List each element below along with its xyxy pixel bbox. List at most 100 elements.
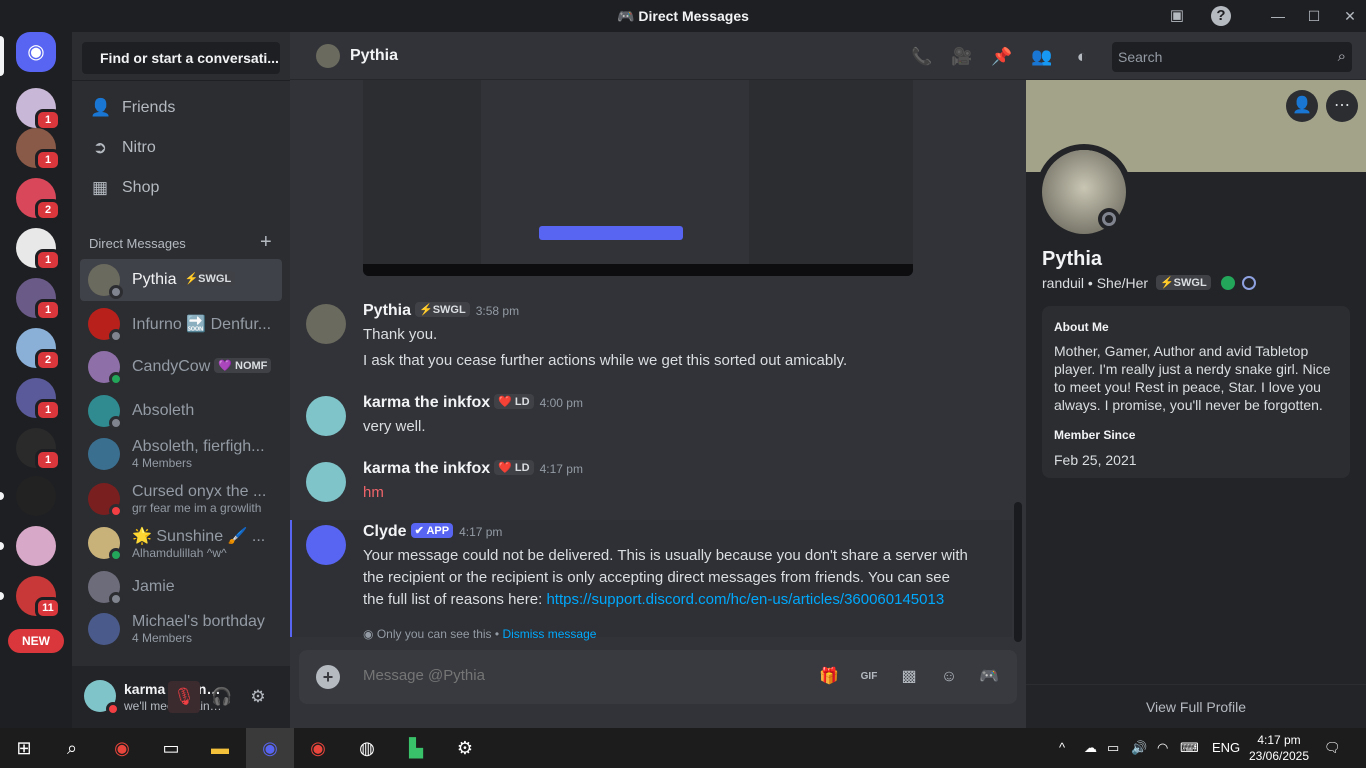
nav-friends[interactable]: 👤 Friends [80, 88, 282, 128]
video-call-icon[interactable]: 🎥 [951, 46, 973, 68]
wifi-icon[interactable]: ◠ [1157, 740, 1168, 756]
emoji-icon[interactable]: ☺ [937, 665, 961, 689]
discord-logo-icon: ◉ [27, 41, 45, 63]
chrome-icon[interactable]: ◉ [304, 734, 332, 762]
battery-icon[interactable]: ▭ [1107, 740, 1119, 756]
avatar[interactable] [306, 396, 346, 436]
close-button[interactable]: ✕ [1335, 5, 1365, 27]
dm-item[interactable]: Absoleth [80, 390, 282, 432]
inbox-icon[interactable]: ▣ [1167, 6, 1187, 26]
help-icon[interactable]: ? [1211, 6, 1231, 26]
guild-tag: ⚡SWGL [180, 271, 236, 286]
language-indicator[interactable]: ENG [1212, 740, 1240, 755]
scrollbar[interactable] [1014, 502, 1022, 642]
activities-icon[interactable]: 🎮 [977, 665, 1001, 689]
mute-mic-icon[interactable]: 🎙 [168, 681, 200, 713]
home-button[interactable]: ◉ [16, 32, 56, 72]
new-unreads-pill[interactable]: NEW [8, 629, 64, 653]
add-friends-to-dm-icon[interactable]: 👥 [1031, 46, 1053, 68]
dm-item[interactable]: Jamie [80, 566, 282, 608]
notification-icon[interactable]: 🗨 [1324, 740, 1341, 756]
avatar[interactable] [306, 462, 346, 502]
user-profile-icon[interactable]: ◐ [1071, 46, 1093, 68]
avatar[interactable] [316, 44, 340, 68]
support-link[interactable]: https://support.discord.com/hc/en-us/art… [546, 591, 944, 608]
dm-name: Cursed onyx the ... [132, 483, 266, 501]
dm-item[interactable]: 🌟 Sunshine 🖌️ ... Alhamdulillah ^w^ [80, 522, 282, 564]
author-name: Clyde [363, 523, 407, 540]
more-options-icon[interactable]: ⋯ [1326, 90, 1358, 122]
unread-badge: 1 [35, 149, 61, 171]
server-icon[interactable] [16, 526, 56, 566]
voice-call-icon[interactable]: 📞 [911, 46, 933, 68]
nav-shop[interactable]: ▦ Shop [80, 168, 282, 208]
avatar[interactable] [306, 525, 346, 565]
headphones-icon[interactable]: 🎧 [206, 681, 238, 713]
windows-taskbar: ⊞ ⌕ ◉ ▭ ▬ ◉ ◉ ◍ ▙ ⚙ ^ ☁ ▭ 🔊 ◠ ⌨ ENG 4:17… [0, 728, 1366, 768]
maximize-button[interactable]: ☐ [1299, 5, 1329, 27]
add-friend-icon[interactable]: 👤 [1286, 90, 1318, 122]
chat-area: Pythia 📞 🎥 📌 👥 ◐ Search ⌕ Pythia ⚡SWGL 3:58… [290, 32, 1366, 728]
guild-tag[interactable]: ⚡SWGL [1155, 275, 1211, 290]
discord-taskbar-icon[interactable]: ◉ [256, 734, 284, 762]
member-since-date: Feb 25, 2021 [1054, 452, 1137, 468]
chevron-up-icon[interactable]: ^ [1059, 740, 1065, 755]
dm-item[interactable]: Cursed onyx the ... grr fear me im a grow… [80, 478, 282, 520]
author-tag: ❤️ LD [494, 394, 534, 409]
image-attachment[interactable] [363, 80, 913, 276]
settings-gear-icon[interactable]: ⚙ [242, 681, 274, 713]
keyboard-icon[interactable]: ⌨ [1180, 740, 1199, 756]
dm-subtext: 4 Members [132, 456, 193, 470]
server-icon[interactable] [16, 476, 56, 516]
find-conversation-button[interactable]: Find or start a conversati... [82, 42, 280, 74]
about-heading: About Me [1054, 320, 1109, 334]
status-dnd-indicator [106, 702, 120, 716]
windows-start-icon[interactable]: ⊞ [10, 734, 38, 762]
message-timestamp: 4:17 pm [459, 525, 503, 539]
dm-name: Michael's borthday [132, 613, 265, 631]
minimize-button[interactable]: — [1263, 5, 1293, 27]
avatar [88, 613, 120, 645]
view-full-profile-button[interactable]: View Full Profile [1026, 684, 1366, 728]
dm-item[interactable]: Infurno 🔜 Denfur... [80, 303, 282, 345]
nitro-badge-icon[interactable] [1242, 276, 1257, 290]
message-text: Thank you. [363, 324, 437, 346]
attach-plus-icon[interactable]: + [316, 665, 340, 689]
message-text: hm [363, 482, 384, 504]
clock[interactable]: 4:17 pm 23/06/2025 [1244, 732, 1314, 764]
dismiss-message-link[interactable]: Dismiss message [502, 627, 596, 641]
file-explorer-icon[interactable]: ▬ [206, 734, 234, 762]
message-timestamp: 4:00 pm [539, 396, 583, 410]
gift-icon[interactable]: 🎁 [817, 665, 841, 689]
message-input[interactable] [363, 667, 783, 684]
message-author[interactable]: karma the inkfox ❤️ LD 4:00 pm [363, 394, 583, 412]
settings-gear-icon[interactable]: ⚙ [451, 734, 479, 762]
create-dm-icon[interactable]: + [260, 231, 272, 254]
terminal-icon[interactable]: ▭ [157, 734, 185, 762]
eye-icon: ◉ [363, 627, 374, 641]
message-author[interactable]: Pythia ⚡SWGL 3:58 pm [363, 302, 519, 320]
avatar[interactable] [306, 304, 346, 344]
search-icon[interactable]: ⌕ [58, 734, 86, 762]
chrome-icon[interactable]: ◉ [108, 734, 136, 762]
message-author[interactable]: Clyde ✔ APP 4:17 pm [363, 523, 502, 541]
gif-icon[interactable]: GIF [857, 665, 881, 689]
profile-username: randuil [1042, 275, 1085, 291]
dm-name: Pythia ⚡SWGL [132, 271, 236, 289]
server-rail: ◉ 1 1 2 1 1 2 1 1 11 NEW [0, 32, 72, 728]
app-icon[interactable]: ▙ [402, 734, 430, 762]
search-input[interactable]: Search ⌕ [1112, 42, 1352, 72]
volume-icon[interactable]: 🔊 [1131, 740, 1147, 756]
onedrive-icon[interactable]: ☁ [1084, 740, 1097, 756]
steam-icon[interactable]: ◍ [353, 734, 381, 762]
message-author[interactable]: karma the inkfox ❤️ LD 4:17 pm [363, 460, 583, 478]
dm-item[interactable]: CandyCow 💜 NOMF [80, 346, 282, 388]
sticker-icon[interactable]: ▩ [897, 665, 921, 689]
dm-item[interactable]: Absoleth, fierfigh... 4 Members [80, 433, 282, 475]
hashtag-badge-icon[interactable] [1220, 276, 1235, 290]
message-line: I ask that you cease further actions whi… [363, 352, 848, 369]
dm-item[interactable]: Michael's borthday 4 Members [80, 608, 282, 650]
nav-nitro[interactable]: ➲ Nitro [80, 128, 282, 168]
pin-icon[interactable]: 📌 [991, 46, 1013, 68]
dm-item[interactable]: Pythia ⚡SWGL [80, 259, 282, 301]
